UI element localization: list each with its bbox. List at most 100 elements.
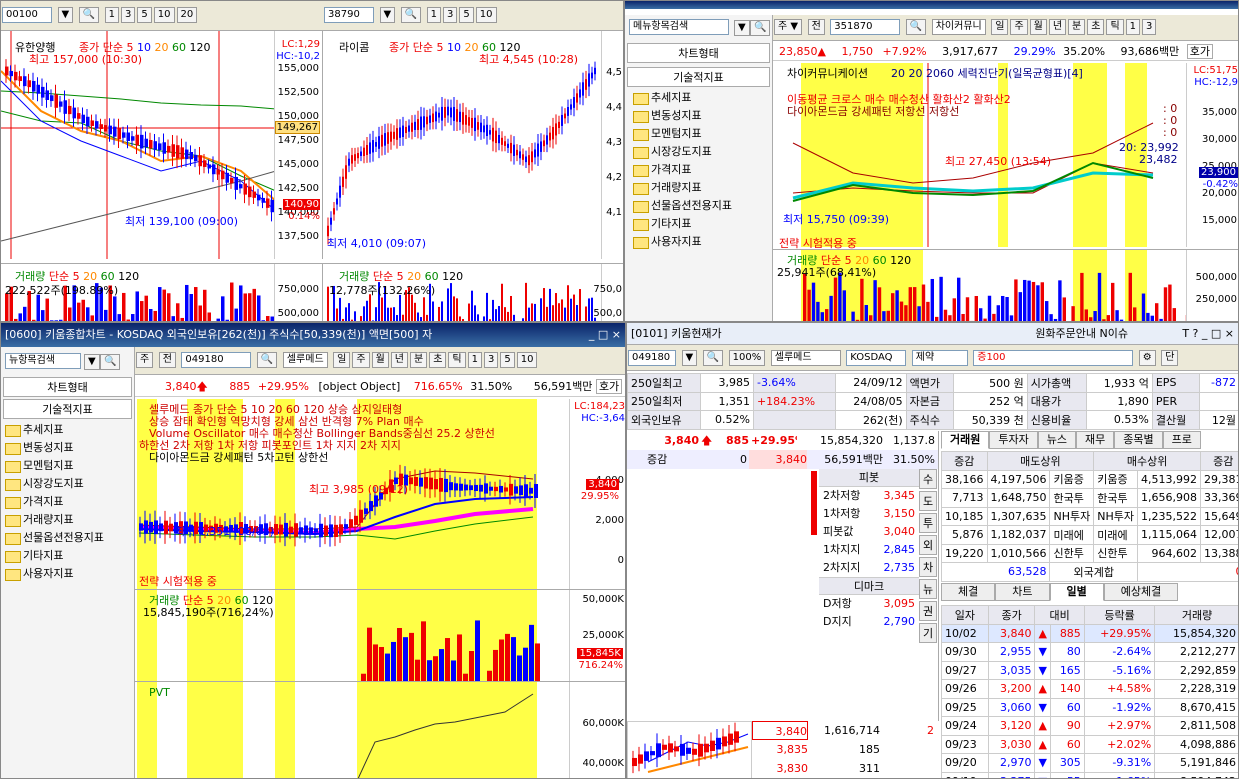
daily-row[interactable]: 09/30 2,955 ▼ 80 -2.64% 2,212,277	[941, 642, 1238, 662]
ask-row[interactable]: 3,835 185	[752, 740, 939, 759]
bl-search-button[interactable]: 🔍	[256, 352, 278, 368]
bl-hoga-button[interactable]: 호가	[595, 379, 623, 394]
bl-name-button[interactable]: 셀루메드	[282, 352, 328, 368]
tr-search-button[interactable]: 🔍	[905, 19, 927, 35]
chart1-search-button[interactable]: 🔍	[78, 7, 100, 23]
bl-jeon-button[interactable]: 전	[158, 352, 176, 368]
br-dan-button[interactable]: 단	[1161, 350, 1179, 366]
chart2-price-area[interactable]: 라이콤 종가 단순 5 10 20 60 120 최고 4,545 (10:28…	[323, 31, 623, 259]
tr-tech-indicator-header[interactable]: 기술적지표	[627, 67, 770, 87]
tr-name-button[interactable]: 차이커뮤니	[931, 19, 986, 35]
tr-period-button[interactable]: 분	[1068, 19, 1086, 35]
bl-menu-dropdown[interactable]: ▼	[84, 354, 100, 370]
broker-tab[interactable]: 재무	[1076, 431, 1115, 449]
tr-period-button[interactable]: 틱	[1106, 19, 1124, 35]
bl-tree-item[interactable]: 변동성지표	[1, 439, 134, 457]
bl-jusang-button[interactable]: 주	[136, 352, 154, 368]
daily-row[interactable]: 09/193,275▼55-1.65%8,594,742	[941, 771, 1238, 778]
chart1-volume-area[interactable]: 거래량 단순 5 20 60 120 222,522주(198.89%) 750…	[1, 263, 323, 321]
broker-tab[interactable]: 뉴스	[1037, 431, 1076, 449]
bl-tech-indicator-header[interactable]: 기술적지표	[3, 399, 132, 419]
bl-tree-item[interactable]: 가격지표	[1, 493, 134, 511]
bl-period-button[interactable]: 주	[352, 352, 370, 368]
chart1-period-5[interactable]: 5	[137, 7, 152, 23]
tr-tree-item[interactable]: 거래량지표	[629, 179, 772, 197]
bl-chart-type-button[interactable]: 차트형태	[3, 377, 132, 397]
chart2-code-input[interactable]: 38790	[324, 7, 374, 23]
chart2-search-button[interactable]: 🔍	[400, 7, 422, 23]
daily-row[interactable]: 09/24 3,120 ▲ 90 +2.97% 2,811,508	[941, 716, 1238, 736]
tr-code-input[interactable]: 351870	[830, 19, 901, 35]
tr-period-button[interactable]: 3	[1142, 19, 1157, 35]
daily-row[interactable]: 09/26 3,200 ▲ 140 +4.58% 2,228,319	[941, 679, 1238, 699]
bl-code-input[interactable]: 049180	[181, 352, 252, 368]
chart1-period-3[interactable]: 3	[121, 7, 136, 23]
bl-tree-item[interactable]: 기타지표	[1, 547, 134, 565]
bl-price-chart[interactable]: 셀루메드 종가 단순 5 10 20 60 120 상승 삼지일태형 상승 잠태…	[135, 399, 625, 589]
bl-period-button[interactable]: 1	[467, 352, 482, 368]
br-dropdown[interactable]: ▼	[681, 350, 698, 366]
daily-tab[interactable]: 일별	[1049, 583, 1104, 601]
chart1-period-20[interactable]: 20	[176, 7, 198, 23]
tr-tree-item[interactable]: 추세지표	[629, 89, 772, 107]
tr-tree-item[interactable]: 가격지표	[629, 161, 772, 179]
tr-hoga-button[interactable]: 호가	[1186, 44, 1214, 59]
chart2-dropdown-button[interactable]: ▼	[379, 7, 396, 23]
tr-period-button[interactable]: 주	[1010, 19, 1028, 35]
bl-volume-chart[interactable]: 거래량 단순 5 20 60 120 15,845,190주(716,24%) …	[135, 589, 625, 681]
br-window-controls[interactable]: T ? _ □ ×	[1182, 323, 1234, 344]
side-tab[interactable]: 뉴	[919, 579, 937, 599]
bl-period-button[interactable]: 초	[429, 352, 447, 368]
chart1-dropdown-button[interactable]: ▼	[57, 7, 74, 23]
chart1-code-input[interactable]: 00100	[2, 7, 52, 23]
chart1-price-area[interactable]: 유한양행 종가 단순 5 10 20 60 120 최고 157,000 (10…	[1, 31, 323, 259]
br-name-button[interactable]: 셀루메드	[770, 350, 841, 366]
bl-period-button[interactable]: 틱	[448, 352, 466, 368]
tr-tree-item[interactable]: 선물옵션전용지표	[629, 197, 772, 215]
broker-tab[interactable]: 종목별	[1114, 431, 1163, 449]
tr-tree-item[interactable]: 사용자지표	[629, 233, 772, 251]
chart2-volume-area[interactable]: 거래량 단순 5 20 60 120 12,778주(132,26%) 750,…	[323, 263, 623, 321]
chart2-period-1[interactable]: 1	[426, 7, 442, 23]
gear-icon[interactable]: ⚙	[1138, 350, 1156, 366]
bl-period-button[interactable]: 분	[409, 352, 428, 368]
daily-row[interactable]: 09/23 3,030 ▲ 60 +2.02% 4,098,886	[941, 734, 1238, 754]
bl-period-button[interactable]: 년	[390, 352, 408, 368]
tr-tree-item[interactable]: 시장강도지표	[629, 143, 772, 161]
br-search-button[interactable]: 🔍	[702, 350, 724, 366]
side-tab[interactable]: 기	[919, 623, 937, 643]
bl-menu-search-input[interactable]: 뉴항목검색	[5, 353, 81, 369]
chart1-period-10[interactable]: 10	[153, 7, 175, 23]
tr-period-button[interactable]: 초	[1087, 19, 1105, 35]
side-tab[interactable]: 도	[919, 491, 937, 511]
tr-price-chart[interactable]: 차이커뮤니케이션 20 20 2060 세력진단기(일목균형표)[4] 이동평균…	[773, 63, 1238, 247]
bl-period-button[interactable]: 5	[500, 352, 515, 368]
side-tab[interactable]: 수	[919, 469, 937, 489]
broker-tab[interactable]: 거래원	[941, 431, 990, 449]
bl-period-button[interactable]: 일	[333, 352, 351, 368]
chart2-period-5[interactable]: 5	[459, 7, 474, 23]
bl-menu-search-button[interactable]: 🔍	[100, 354, 121, 370]
tr-chart-type-button[interactable]: 차트형태	[627, 43, 770, 63]
daily-row[interactable]: 10/02 3,840 ▲ 885 +29.95% 15,854,320	[941, 623, 1238, 643]
side-tab[interactable]: 권	[919, 601, 937, 621]
side-tab[interactable]: 차	[919, 557, 937, 577]
bl-tree-item[interactable]: 선물옵션전용지표	[1, 529, 134, 547]
tr-menu-search-input[interactable]: 메뉴항목검색	[629, 19, 729, 35]
tr-menu-search-button[interactable]: 🔍	[750, 20, 771, 36]
ask-row[interactable]: 3,840 1,616,714 2	[752, 721, 939, 740]
br-mini-chart[interactable]	[627, 721, 752, 778]
bl-period-button[interactable]: 3	[483, 352, 499, 368]
bl-tree-item[interactable]: 거래량지표	[1, 511, 134, 529]
daily-tab[interactable]: 체결	[941, 583, 996, 601]
bl-tree-item[interactable]: 사용자지표	[1, 565, 134, 583]
ask-row[interactable]: 3,830 311	[752, 759, 939, 778]
daily-tab[interactable]: 예상체결	[1103, 583, 1179, 601]
bl-tree-item[interactable]: 추세지표	[1, 421, 134, 439]
bl-pvt-chart[interactable]: PVT 60,000K 40,000K	[135, 681, 625, 778]
chart1-period-1[interactable]: 1	[104, 7, 120, 23]
br-code-input[interactable]: 049180	[628, 350, 676, 366]
side-tab[interactable]: 외	[919, 535, 937, 555]
bl-window-controls[interactable]: _ □ ×	[589, 323, 621, 347]
daily-tab[interactable]: 차트	[995, 583, 1050, 601]
